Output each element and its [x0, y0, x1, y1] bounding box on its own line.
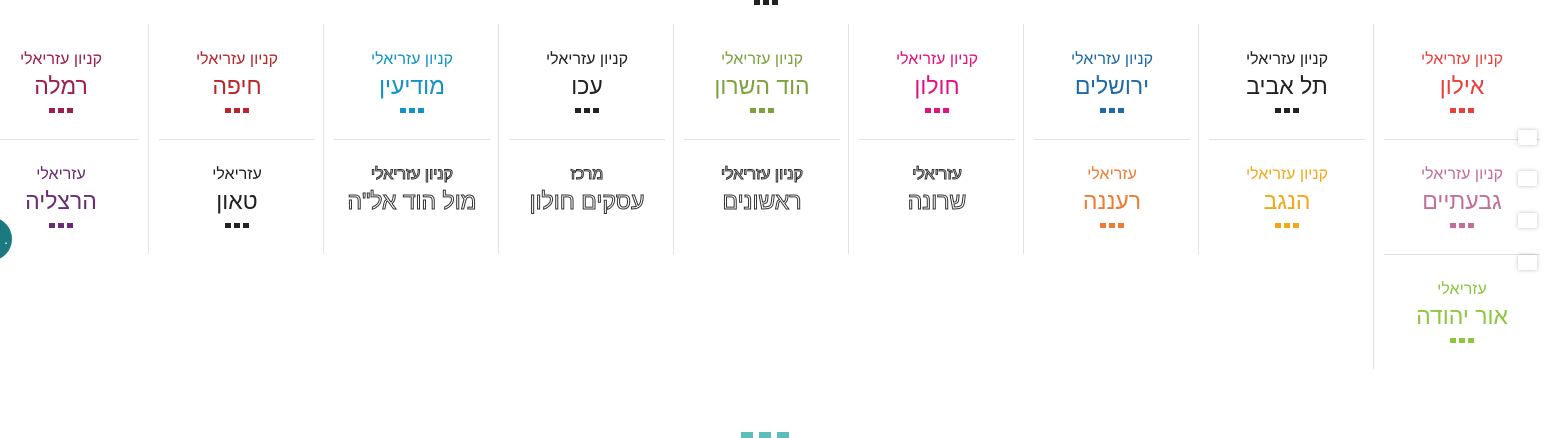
mall-name[interactable]: הנגב: [1209, 187, 1365, 215]
mall-name[interactable]: רעננה: [1034, 187, 1190, 215]
mall-tile[interactable]: קניון עזריאלי ירושלים: [1034, 24, 1190, 140]
mall-tile[interactable]: מרכז עסקים חולון: [509, 139, 665, 254]
mall-tile[interactable]: קניון עזריאלי חולון: [859, 24, 1015, 140]
mall-name[interactable]: ירושלים: [1034, 72, 1190, 100]
mall-tile[interactable]: עזריאלי רעננה: [1034, 139, 1190, 254]
mall-name[interactable]: רמלה: [0, 72, 139, 100]
mall-tile[interactable]: קניון עזריאלי רמלה: [0, 24, 139, 140]
mall-column: קניון עזריאלי חיפה עזריאלי טאון: [148, 24, 324, 254]
mall-tile[interactable]: קניון עזריאלי הוד השרון: [684, 24, 840, 140]
mall-name[interactable]: שרונה: [859, 187, 1015, 215]
side-handle-icon[interactable]: [1518, 213, 1537, 228]
mall-subtitle: קניון עזריאלי: [19, 51, 103, 68]
mall-name[interactable]: עסקים חולון: [509, 187, 665, 215]
mall-subtitle: קניון עזריאלי: [720, 166, 804, 184]
more-dots-icon[interactable]: [225, 223, 249, 228]
more-dots-icon[interactable]: [225, 108, 249, 113]
more-dots-icon[interactable]: [400, 108, 424, 113]
mall-subtitle: עזריאלי: [212, 166, 262, 183]
mall-subtitle: קניון עזריאלי: [545, 51, 629, 68]
mall-subtitle: קניון עזריאלי: [195, 51, 279, 68]
mall-tile[interactable]: עזריאלי שרונה: [859, 139, 1015, 254]
side-handle-icon[interactable]: [1518, 171, 1537, 186]
mall-column: קניון עזריאלי תל אביב קניון עזריאלי הנגב: [1198, 24, 1374, 254]
mall-subtitle: קניון עזריאלי: [1070, 51, 1154, 68]
mall-tile[interactable]: קניון עזריאלי הנגב: [1209, 139, 1365, 254]
mall-tile[interactable]: קניון עזריאלי מודיעין: [334, 24, 490, 140]
mall-column: קניון עזריאלי מודיעין קניון עזריאלי מול הוד…: [323, 24, 499, 254]
pagination-dots-icon[interactable]: [741, 432, 789, 438]
mall-tile[interactable]: קניון עזריאלי תל אביב: [1209, 24, 1365, 140]
more-dots-icon[interactable]: [1450, 338, 1474, 343]
more-dots-icon[interactable]: [1275, 108, 1299, 113]
mall-tile[interactable]: קניון עזריאלי אילון: [1384, 24, 1540, 140]
mall-tile[interactable]: קניון עזריאלי גבעתיים: [1384, 139, 1540, 255]
mall-subtitle: עזריאלי: [1087, 166, 1137, 183]
side-handle-icon[interactable]: [1518, 255, 1537, 270]
ellipsis-dots-icon[interactable]: [754, 0, 778, 6]
mall-subtitle: קניון עזריאלי: [1245, 51, 1329, 68]
mall-column: קניון עזריאלי חולון עזריאלי שרונה: [848, 24, 1024, 254]
more-dots-icon[interactable]: [1450, 108, 1474, 113]
mall-column: קניון עזריאלי הוד השרון קניון עזריאלי ראשונ…: [673, 24, 849, 254]
more-dots-icon[interactable]: [575, 108, 599, 113]
mall-name[interactable]: עכו: [509, 72, 665, 100]
mall-name[interactable]: מול הוד אל"ה: [334, 187, 490, 215]
mall-subtitle: עזריאלי: [36, 166, 86, 183]
mall-subtitle: קניון עזריאלי: [720, 51, 804, 68]
mall-column: קניון עזריאלי ירושלים עזריאלי רעננה: [1023, 24, 1199, 254]
mall-name[interactable]: גבעתיים: [1384, 187, 1540, 215]
mall-column: קניון עזריאלי עכו מרכז עסקים חולון: [498, 24, 674, 254]
mall-name[interactable]: אילון: [1384, 72, 1540, 100]
mall-subtitle: קניון עזריאלי: [1420, 51, 1504, 68]
mall-subtitle: עזריאלי: [912, 166, 963, 184]
mall-name[interactable]: מודיעין: [334, 72, 490, 100]
mall-name[interactable]: הוד השרון: [684, 72, 840, 100]
mall-name[interactable]: חולון: [859, 72, 1015, 100]
mall-name[interactable]: תל אביב: [1209, 72, 1365, 100]
mall-tile[interactable]: קניון עזריאלי חיפה: [159, 24, 315, 140]
mall-subtitle: קניון עזריאלי: [370, 51, 454, 68]
more-dots-icon[interactable]: [49, 223, 73, 228]
more-dots-icon[interactable]: [750, 108, 774, 113]
more-dots-icon[interactable]: [1450, 223, 1474, 228]
mall-name[interactable]: הרצליה: [0, 187, 139, 215]
mall-tile[interactable]: עזריאלי הרצליה: [0, 139, 139, 254]
more-dots-icon[interactable]: [925, 108, 949, 113]
mall-tile[interactable]: קניון עזריאלי ראשונים: [684, 139, 840, 254]
mall-tile[interactable]: קניון עזריאלי מול הוד אל"ה: [334, 139, 490, 254]
mall-name[interactable]: ראשונים: [684, 187, 840, 215]
mall-column: קניון עזריאלי רמלה עזריאלי הרצליה: [0, 24, 148, 254]
mall-name[interactable]: חיפה: [159, 72, 315, 100]
mall-subtitle: עזריאלי: [1437, 281, 1487, 298]
more-dots-icon[interactable]: [1100, 223, 1124, 228]
mall-subtitle: קניון עזריאלי: [1420, 166, 1504, 183]
mall-name[interactable]: טאון: [159, 187, 315, 215]
mall-subtitle: מרכז: [570, 166, 604, 184]
more-dots-icon[interactable]: [49, 108, 73, 113]
mall-tile[interactable]: קניון עזריאלי עכו: [509, 24, 665, 140]
mall-subtitle: קניון עזריאלי: [370, 166, 454, 184]
mall-tile[interactable]: עזריאלי טאון: [159, 139, 315, 254]
side-handle-group: [1518, 130, 1538, 275]
more-dots-icon[interactable]: [1100, 108, 1124, 113]
mall-tile[interactable]: עזריאלי אור יהודה: [1384, 254, 1540, 369]
mall-name[interactable]: אור יהודה: [1384, 302, 1540, 330]
mall-subtitle: קניון עזריאלי: [1245, 166, 1329, 183]
side-handle-icon[interactable]: [1518, 130, 1537, 145]
mall-subtitle: קניון עזריאלי: [895, 51, 979, 68]
more-dots-icon[interactable]: [1275, 223, 1299, 228]
